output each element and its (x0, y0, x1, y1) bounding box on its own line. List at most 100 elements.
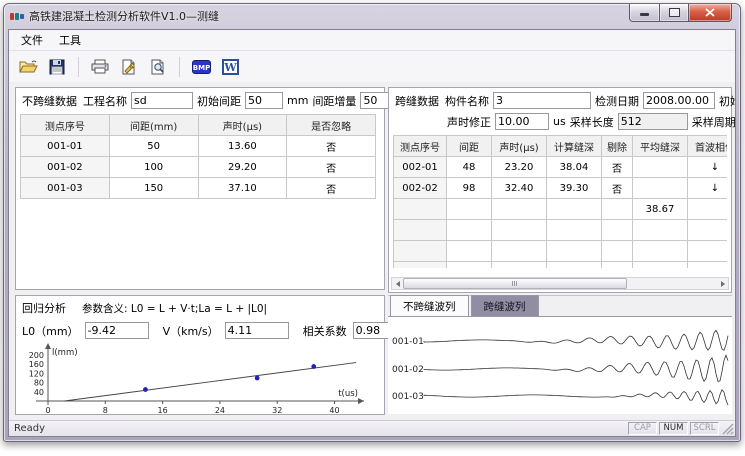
svg-text:40: 40 (329, 406, 339, 415)
scroll-left-icon[interactable] (392, 278, 403, 289)
table-row[interactable]: 38.67 (394, 199, 728, 220)
table-cell[interactable] (688, 220, 728, 241)
test-date-input[interactable] (643, 92, 715, 109)
panel-title-seam: 跨缝数据 (395, 93, 439, 109)
table-row[interactable] (394, 262, 728, 269)
table-cell[interactable]: 001-01 (21, 136, 110, 157)
sample-length-input[interactable] (618, 113, 688, 130)
table-cell[interactable]: 否 (287, 178, 376, 199)
titlebar[interactable]: 高铁建混凝土检测分析软件V1.0—测缝 (4, 4, 740, 28)
resize-grip[interactable] (721, 422, 734, 435)
table-cell[interactable] (547, 241, 602, 262)
table-cell[interactable] (394, 220, 447, 241)
tab-seam-waves[interactable]: 跨缝波列 (471, 295, 539, 316)
table-cell[interactable]: 否 (287, 136, 376, 157)
table-cell[interactable] (492, 220, 547, 241)
table-cell[interactable]: 29.20 (198, 157, 287, 178)
table-cell[interactable]: 否 (602, 178, 633, 199)
regression-panel: 回归分析 参数含义: L0 = L + V·t;La = L + |L0| L0… (15, 295, 385, 415)
scroll-right-icon[interactable] (717, 278, 728, 289)
table-cell[interactable] (492, 262, 547, 269)
table-row[interactable]: 002-029832.4039.30否 ↓ (394, 178, 728, 199)
table-cell[interactable]: 98 (447, 178, 492, 199)
table-row[interactable] (394, 241, 728, 262)
table-cell[interactable] (633, 220, 688, 241)
save-button[interactable] (44, 54, 70, 80)
print-preview-button[interactable] (145, 54, 171, 80)
table-row[interactable]: 001-0315037.10否 (21, 178, 376, 199)
table-cell[interactable] (633, 157, 688, 178)
maximize-button[interactable] (660, 4, 688, 22)
table-cell[interactable] (394, 241, 447, 262)
table-cell[interactable] (394, 262, 447, 269)
tab-nonseam-waves[interactable]: 不跨缝波列 (390, 295, 469, 316)
table-cell[interactable] (547, 262, 602, 269)
table-cell[interactable] (633, 262, 688, 269)
table-cell[interactable]: 否 (287, 157, 376, 178)
table-row[interactable] (394, 220, 728, 241)
table-cell[interactable] (633, 178, 688, 199)
scrollbar-thumb[interactable] (403, 278, 627, 289)
table-cell[interactable]: 48 (447, 157, 492, 178)
trace-label: 001-01 (392, 337, 424, 347)
table-cell[interactable]: 150 (109, 178, 198, 199)
table-cell[interactable]: 否 (602, 157, 633, 178)
table-cell[interactable]: 002-01 (394, 157, 447, 178)
table-cell[interactable] (447, 220, 492, 241)
table-cell[interactable] (633, 241, 688, 262)
horizontal-scrollbar[interactable] (391, 277, 729, 290)
table-row[interactable]: 001-015013.60否 (21, 136, 376, 157)
svg-text:W: W (223, 61, 237, 74)
table-cell[interactable]: 001-02 (21, 157, 110, 178)
open-file-button[interactable] (15, 54, 41, 80)
export-word-button[interactable]: W (217, 54, 243, 80)
table-cell[interactable] (492, 199, 547, 220)
table-cell[interactable]: 50 (109, 136, 198, 157)
table-row[interactable]: 001-0210029.20否 (21, 157, 376, 178)
table-cell[interactable]: 32.40 (492, 178, 547, 199)
table-cell[interactable]: ↓ (688, 157, 728, 178)
table-row[interactable]: 002-014823.2038.04否 ↓ (394, 157, 728, 178)
table-cell[interactable] (547, 220, 602, 241)
table-cell[interactable]: 001-03 (21, 178, 110, 199)
l0-input[interactable] (85, 322, 149, 339)
table-cell[interactable] (602, 262, 633, 269)
table-cell[interactable] (688, 241, 728, 262)
table-cell[interactable]: 39.30 (547, 178, 602, 199)
table-cell[interactable] (447, 262, 492, 269)
time-correction-input[interactable] (495, 113, 549, 130)
export-bmp-button[interactable]: BMP (188, 54, 214, 80)
table-cell[interactable] (492, 241, 547, 262)
menu-file[interactable]: 文件 (13, 30, 51, 50)
table-cell[interactable]: ↓ (688, 178, 728, 199)
velocity-input[interactable] (225, 322, 289, 339)
table-cell[interactable] (688, 262, 728, 269)
table-cell[interactable]: 38.67 (633, 199, 688, 220)
component-name-input[interactable] (493, 92, 591, 109)
print-button[interactable] (87, 54, 113, 80)
initial-spacing-input[interactable] (245, 92, 283, 109)
table-cell[interactable]: 38.04 (547, 157, 602, 178)
table-cell[interactable]: 37.10 (198, 178, 287, 199)
table-cell[interactable] (447, 241, 492, 262)
table-cell[interactable]: 002-02 (394, 178, 447, 199)
close-button[interactable] (688, 4, 732, 22)
column-header: 平均缝深 (633, 136, 688, 157)
table-cell[interactable] (394, 199, 447, 220)
table-cell[interactable] (547, 199, 602, 220)
table-cell[interactable]: 23.20 (492, 157, 547, 178)
svg-text:0: 0 (45, 406, 50, 415)
project-name-input[interactable] (131, 92, 193, 109)
table-cell[interactable]: 100 (109, 157, 198, 178)
print-setup-button[interactable] (116, 54, 142, 80)
table-cell[interactable] (688, 199, 728, 220)
minimize-button[interactable] (629, 4, 660, 22)
table-cell[interactable]: 13.60 (198, 136, 287, 157)
svg-text:24: 24 (215, 406, 225, 415)
table-cell[interactable] (447, 199, 492, 220)
column-header: 是否忽略 (287, 115, 376, 136)
table-cell[interactable] (602, 241, 633, 262)
table-cell[interactable] (602, 199, 633, 220)
menu-tools[interactable]: 工具 (51, 30, 89, 50)
table-cell[interactable] (602, 220, 633, 241)
